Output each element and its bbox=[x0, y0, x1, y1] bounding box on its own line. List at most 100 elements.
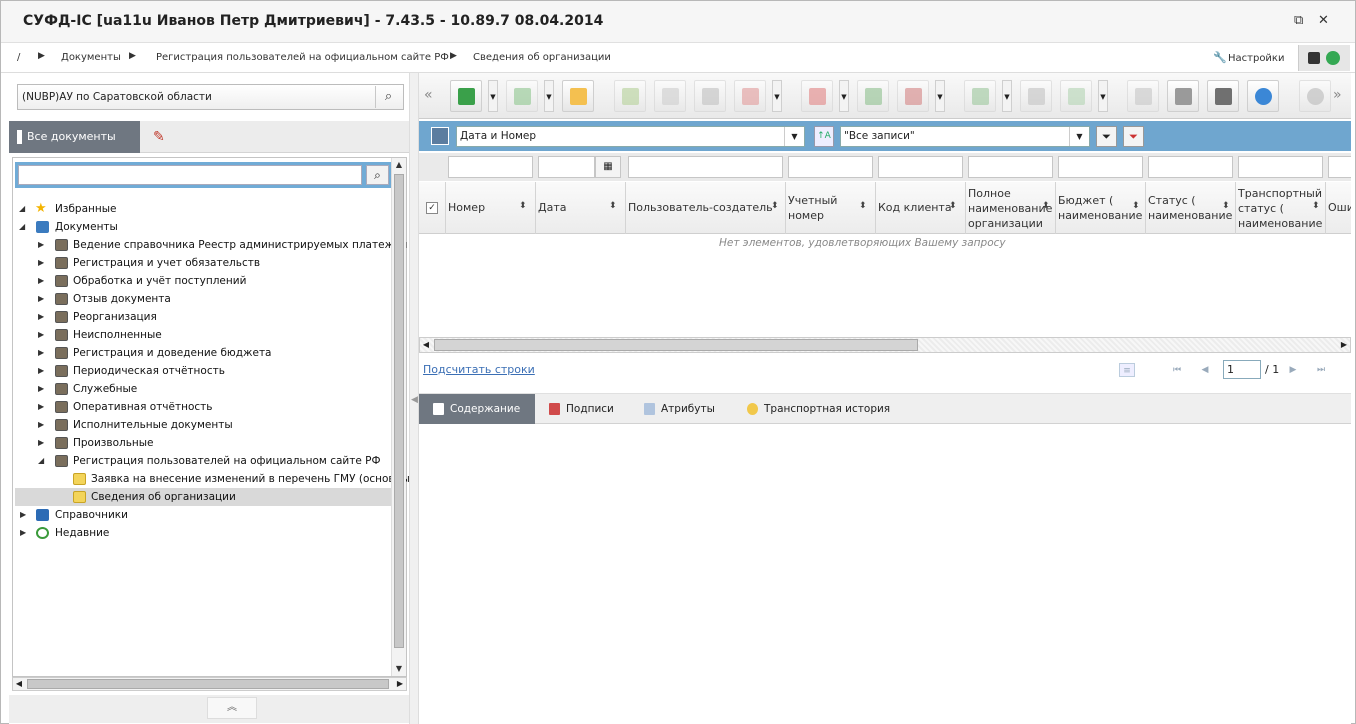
column-errors[interactable]: Оши bbox=[1326, 182, 1351, 234]
column-transport-status[interactable]: Транспортный статус ( наименование ⬍ bbox=[1236, 182, 1326, 234]
filter-errors-input[interactable] bbox=[1328, 156, 1351, 178]
scroll-thumb[interactable] bbox=[27, 679, 389, 689]
close-icon[interactable]: ✕ bbox=[1318, 13, 1329, 28]
filter-creator-input[interactable] bbox=[628, 156, 783, 178]
panel-splitter[interactable]: ◀ bbox=[409, 73, 419, 724]
filter-status-input[interactable] bbox=[1148, 156, 1233, 178]
send-dropdown[interactable]: ▼ bbox=[1002, 80, 1012, 112]
sign-dropdown[interactable]: ▼ bbox=[839, 80, 849, 112]
expand-up-icon[interactable]: ︽ bbox=[207, 697, 257, 719]
splitter-grip-icon[interactable]: ◀ bbox=[411, 395, 418, 413]
next-page-icon[interactable]: ▶ bbox=[1285, 363, 1301, 377]
send-button[interactable] bbox=[964, 80, 996, 112]
scroll-down-icon[interactable]: ▼ bbox=[392, 662, 406, 676]
remove-signature-button[interactable] bbox=[897, 80, 929, 112]
tab-content[interactable]: Содержание bbox=[419, 394, 535, 424]
filter-icon[interactable]: ⏷ bbox=[1096, 126, 1117, 147]
tree-node-doc-4[interactable]: ▶ Реорганизация bbox=[15, 308, 393, 326]
expand-arrow-icon[interactable]: ▶ bbox=[20, 506, 26, 524]
expand-arrow-icon[interactable]: ▶ bbox=[38, 344, 44, 362]
column-budget[interactable]: Бюджет ( наименование ⬍ bbox=[1056, 182, 1146, 234]
column-number[interactable]: Номер ⬍ bbox=[446, 182, 536, 234]
breadcrumb-root[interactable]: / bbox=[17, 52, 20, 63]
sort-icon[interactable]: ⬍ bbox=[1132, 201, 1140, 211]
download-button[interactable] bbox=[450, 80, 482, 112]
chevron-down-icon[interactable]: ▼ bbox=[784, 127, 804, 146]
download-dropdown[interactable]: ▼ bbox=[488, 80, 498, 112]
expand-arrow-icon[interactable]: ▶ bbox=[38, 326, 44, 344]
scroll-thumb[interactable] bbox=[394, 174, 404, 648]
tree-node-doc-8[interactable]: ▶ Служебные bbox=[15, 380, 393, 398]
tree-node-documents[interactable]: ◢ Документы bbox=[15, 218, 393, 236]
breadcrumb-item-registration[interactable]: Регистрация пользователей на официальном… bbox=[156, 52, 449, 63]
expand-arrow-icon[interactable]: ▶ bbox=[38, 308, 44, 326]
expand-arrow-icon[interactable]: ▶ bbox=[38, 434, 44, 452]
expand-arrow-icon[interactable]: ▶ bbox=[38, 398, 44, 416]
import-dropdown[interactable]: ▼ bbox=[544, 80, 554, 112]
tree-horizontal-scrollbar[interactable]: ◀ ▶ bbox=[12, 677, 407, 691]
scroll-right-icon[interactable]: ▶ bbox=[1338, 339, 1350, 351]
import-button[interactable] bbox=[506, 80, 538, 112]
print-preview-button[interactable] bbox=[1207, 80, 1239, 112]
column-creator[interactable]: Пользователь-создатель ⬍ bbox=[626, 182, 786, 234]
refresh-button[interactable] bbox=[1247, 80, 1279, 112]
tree-node-gmu-request[interactable]: Заявка на внесение изменений в перечень … bbox=[15, 470, 410, 488]
toolbar-scroll-left-icon[interactable]: « bbox=[424, 87, 433, 103]
delete-document-button[interactable] bbox=[734, 80, 766, 112]
sort-icon[interactable]: ⬍ bbox=[519, 201, 527, 211]
tab-transport-history[interactable]: Транспортная история bbox=[747, 394, 890, 424]
verify-signature-button[interactable] bbox=[857, 80, 889, 112]
chevron-down-icon[interactable]: ▼ bbox=[1069, 127, 1089, 146]
new-document-button[interactable] bbox=[562, 80, 594, 112]
scroll-left-icon[interactable]: ◀ bbox=[420, 339, 432, 351]
edit-document-button[interactable] bbox=[614, 80, 646, 112]
sort-field-select[interactable]: Дата и Номер ▼ bbox=[456, 126, 805, 147]
clear-filter-icon[interactable]: ⏷ bbox=[1123, 126, 1144, 147]
search-icon[interactable]: ⌕ bbox=[366, 165, 389, 185]
sort-icon[interactable]: ⬍ bbox=[1222, 201, 1230, 211]
sort-icon[interactable]: ⬍ bbox=[771, 201, 779, 211]
tree-node-doc-0[interactable]: ▶ Ведение справочника Реестр администрир… bbox=[15, 236, 407, 254]
column-status[interactable]: Статус ( наименование ⬍ bbox=[1146, 182, 1236, 234]
filter-client-code-input[interactable] bbox=[878, 156, 963, 178]
expand-arrow-icon[interactable]: ▶ bbox=[38, 380, 44, 398]
filter-budget-input[interactable] bbox=[1058, 156, 1143, 178]
org-selector[interactable]: (NUBP)АУ по Саратовской области ⌕ bbox=[17, 84, 404, 110]
grid-horizontal-scrollbar[interactable]: ◀ ▶ bbox=[419, 337, 1351, 353]
tree-node-doc-10[interactable]: ▶ Исполнительные документы bbox=[15, 416, 393, 434]
tree-node-doc-6[interactable]: ▶ Регистрация и доведение бюджета bbox=[15, 344, 393, 362]
view-document-button[interactable] bbox=[654, 80, 686, 112]
delete-dropdown[interactable]: ▼ bbox=[772, 80, 782, 112]
tree-node-org-info[interactable]: Сведения об организации bbox=[15, 488, 393, 506]
stop-icon[interactable] bbox=[1308, 52, 1320, 64]
archive-button[interactable] bbox=[1127, 80, 1159, 112]
tree-search-input[interactable] bbox=[18, 165, 362, 185]
edit-icon[interactable]: ✎ bbox=[153, 129, 169, 145]
filter-org-name-input[interactable] bbox=[968, 156, 1053, 178]
sort-icon[interactable]: ⬍ bbox=[609, 201, 617, 211]
breadcrumb-item-org-info[interactable]: Сведения об организации bbox=[473, 52, 611, 63]
column-account-number[interactable]: Учетный номер ⬍ bbox=[786, 182, 876, 234]
tree-node-doc-9[interactable]: ▶ Оперативная отчётность bbox=[15, 398, 393, 416]
filter-number-input[interactable] bbox=[448, 156, 533, 178]
calendar-icon[interactable]: ▦ bbox=[595, 156, 621, 178]
scroll-up-icon[interactable]: ▲ bbox=[392, 158, 406, 172]
folder-icon[interactable] bbox=[431, 127, 449, 145]
sort-icon[interactable]: ⬍ bbox=[1042, 201, 1050, 211]
tree-node-favorites[interactable]: ◢ ★ Избранные bbox=[15, 200, 393, 218]
sort-direction-icon[interactable]: ↑A bbox=[814, 126, 834, 147]
tree-node-doc-2[interactable]: ▶ Обработка и учёт поступлений bbox=[15, 272, 393, 290]
restore-icon[interactable]: ⧉ bbox=[1294, 13, 1303, 28]
expand-arrow-icon[interactable]: ▶ bbox=[38, 236, 44, 254]
export-button[interactable] bbox=[1060, 80, 1092, 112]
collapse-arrow-icon[interactable]: ◢ bbox=[19, 218, 25, 236]
tree-node-doc-7[interactable]: ▶ Периодическая отчётность bbox=[15, 362, 393, 380]
scroll-right-icon[interactable]: ▶ bbox=[394, 678, 406, 690]
expand-arrow-icon[interactable]: ▶ bbox=[38, 290, 44, 308]
status-button[interactable] bbox=[1020, 80, 1052, 112]
prev-page-icon[interactable]: ◀ bbox=[1197, 363, 1213, 377]
column-client-code[interactable]: Код клиента ⬍ bbox=[876, 182, 966, 234]
expand-arrow-icon[interactable]: ▶ bbox=[20, 524, 26, 542]
tree-node-doc-1[interactable]: ▶ Регистрация и учет обязательств bbox=[15, 254, 393, 272]
scroll-left-icon[interactable]: ◀ bbox=[13, 678, 25, 690]
